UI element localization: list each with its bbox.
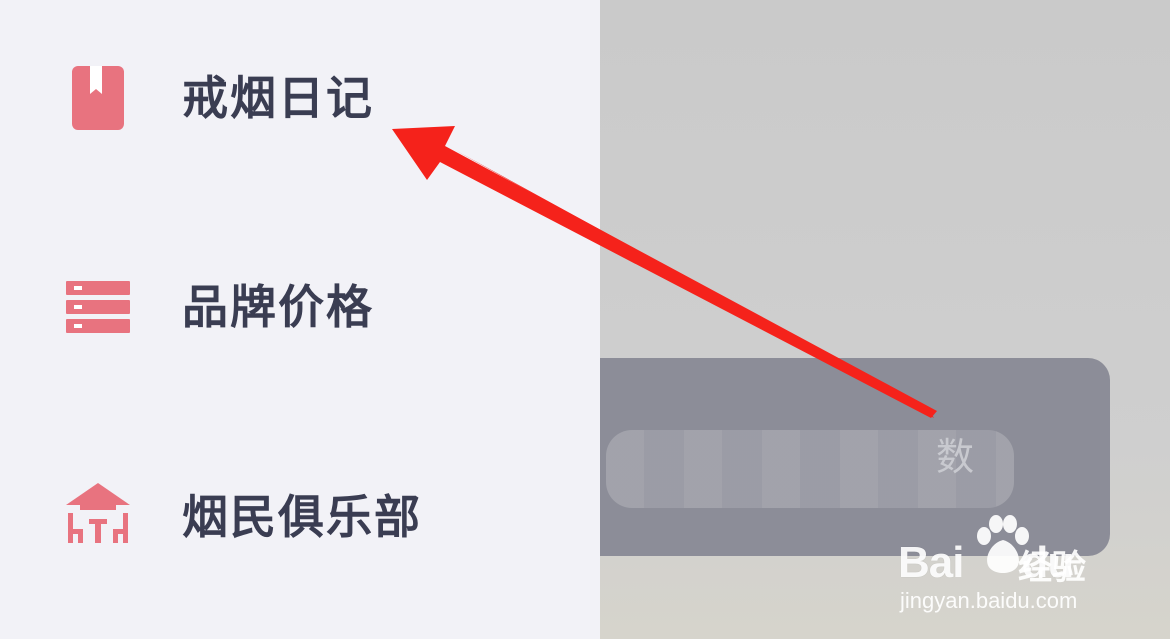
list-icon bbox=[60, 269, 136, 345]
menu-item-quit-diary[interactable]: 戒烟日记 bbox=[0, 43, 600, 153]
menu-item-smokers-club[interactable]: 烟民俱乐部 bbox=[0, 462, 600, 572]
club-house-icon bbox=[60, 479, 136, 555]
menu-item-label: 烟民俱乐部 bbox=[182, 490, 422, 544]
watermark-url: jingyan.baidu.com bbox=[900, 588, 1078, 613]
menu-item-label: 戒烟日记 bbox=[182, 71, 374, 125]
diary-book-icon bbox=[60, 60, 136, 136]
side-drawer: 戒烟日记 品牌价格 烟民俱乐部 bbox=[0, 0, 600, 639]
toast-text: 数 bbox=[936, 435, 975, 479]
baidu-jingyan-watermark: Bai du 经验 jingyan.baidu.com bbox=[898, 510, 1108, 620]
menu-item-label: 品牌价格 bbox=[182, 280, 374, 334]
watermark-product: 经验 bbox=[1018, 548, 1086, 588]
menu-item-brand-price[interactable]: 品牌价格 bbox=[0, 252, 600, 362]
